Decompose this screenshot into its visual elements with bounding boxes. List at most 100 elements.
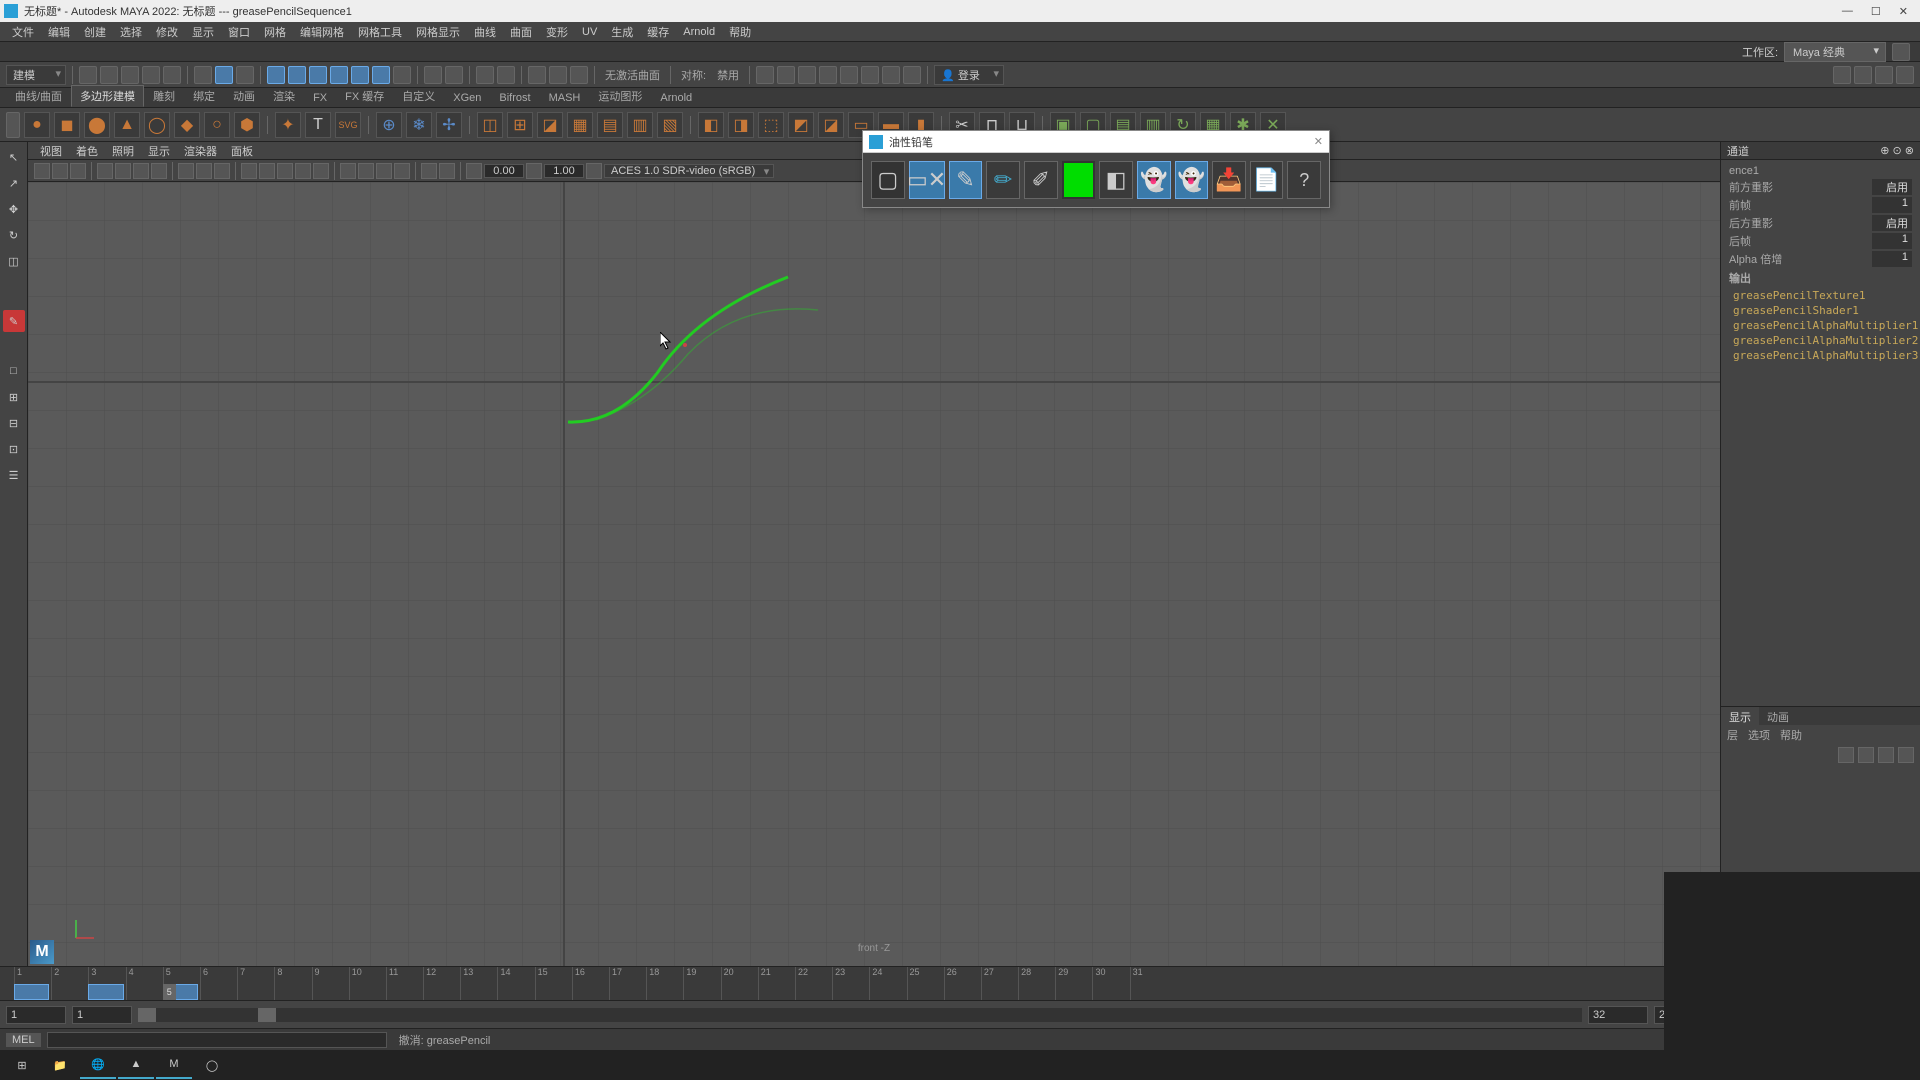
vp-image-button[interactable] (97, 163, 113, 179)
play-button[interactable] (756, 66, 774, 84)
menu-编辑[interactable]: 编辑 (42, 22, 76, 42)
vp-joint-button[interactable] (439, 163, 455, 179)
menu-显示[interactable]: 显示 (186, 22, 220, 42)
plane-icon[interactable]: ◆ (174, 112, 200, 138)
vp-ao-button[interactable] (277, 163, 293, 179)
bevel-icon[interactable]: ◩ (788, 112, 814, 138)
attr-row[interactable]: Alpha 倍增1 (1725, 250, 1916, 268)
maya-taskbar-icon[interactable]: M (156, 1051, 192, 1079)
app1-icon[interactable]: ▲ (118, 1051, 154, 1079)
snap-point-button[interactable] (309, 66, 327, 84)
vp-cam-button[interactable] (34, 163, 50, 179)
vp-light-button[interactable] (241, 163, 257, 179)
close-button[interactable]: ✕ (1899, 5, 1908, 18)
attr-output[interactable]: greasePencilAlphaMultiplier2 (1725, 333, 1916, 348)
cone-icon[interactable]: ▲ (114, 112, 140, 138)
gp-pencil-tool[interactable]: ✎ (949, 161, 983, 199)
bridge-icon[interactable]: ⬚ (758, 112, 784, 138)
gp-ghost-next-tool[interactable]: 👻 (1175, 161, 1209, 199)
redo-button[interactable] (163, 66, 181, 84)
select-mode-2-button[interactable] (215, 66, 233, 84)
playback-8-button[interactable] (903, 66, 921, 84)
attr-row[interactable]: 后帧1 (1725, 232, 1916, 250)
menu-缓存[interactable]: 缓存 (641, 22, 675, 42)
menu-编辑网格[interactable]: 编辑网格 (294, 22, 350, 42)
gp-eraser-tool[interactable]: ◧ (1099, 161, 1133, 199)
reduce-icon[interactable]: ▤ (597, 112, 623, 138)
extrude-icon[interactable]: ◨ (728, 112, 754, 138)
range-end-in[interactable] (1588, 1006, 1648, 1024)
shelf-tab-5[interactable]: 渲染 (264, 85, 304, 107)
menu-曲线[interactable]: 曲线 (468, 22, 502, 42)
range-start-out[interactable] (6, 1006, 66, 1024)
attr-output[interactable]: greasePencilAlphaMultiplier1 (1725, 318, 1916, 333)
menu-文件[interactable]: 文件 (6, 22, 40, 42)
move-tool[interactable]: ✥ (3, 198, 25, 220)
menu-UV[interactable]: UV (576, 24, 603, 40)
layout-two[interactable]: ⊟ (3, 412, 25, 434)
vp-menu-视图[interactable]: 视图 (34, 142, 68, 160)
menu-曲面[interactable]: 曲面 (504, 22, 538, 42)
gp-soft-tool[interactable]: ✐ (1024, 161, 1058, 199)
menu-窗口[interactable]: 窗口 (222, 22, 256, 42)
shelf-tab-9[interactable]: XGen (444, 89, 490, 107)
vp-exposure-button[interactable] (466, 163, 482, 179)
shelf-tab-6[interactable]: FX (304, 89, 336, 107)
panel-layout-1-button[interactable] (1833, 66, 1851, 84)
panel-layout-3-button[interactable] (1875, 66, 1893, 84)
shelf-tab-1[interactable]: 多边形建模 (71, 85, 144, 107)
layout-single[interactable]: □ (3, 360, 25, 382)
snap-off-button[interactable] (393, 66, 411, 84)
layer-btn-2[interactable] (1858, 747, 1874, 763)
cylinder-icon[interactable]: ⬤ (84, 112, 110, 138)
explorer-icon[interactable]: 📁 (42, 1051, 78, 1079)
playback-7-button[interactable] (882, 66, 900, 84)
ipr-button[interactable] (549, 66, 567, 84)
gp-help-button[interactable]: ? (1287, 161, 1321, 199)
gp-close-button[interactable]: ✕ (1314, 135, 1323, 148)
freeze-icon[interactable]: ❄ (406, 112, 432, 138)
tl-keyframe[interactable] (88, 984, 123, 1000)
vp-motion-button[interactable] (313, 163, 329, 179)
shelf-tab-13[interactable]: Arnold (651, 89, 701, 107)
vp-gamma-input[interactable] (544, 164, 584, 178)
vp-shaded-button[interactable] (196, 163, 212, 179)
menu-网格工具[interactable]: 网格工具 (352, 22, 408, 42)
pivot-icon[interactable]: ⊕ (376, 112, 402, 138)
vp-cam2-button[interactable] (52, 163, 68, 179)
playback-2-button[interactable] (777, 66, 795, 84)
fill-icon[interactable]: ◪ (818, 112, 844, 138)
snap-view-button[interactable] (351, 66, 369, 84)
start-button[interactable]: ⊞ (4, 1051, 40, 1079)
select-tool[interactable]: ↖ (3, 146, 25, 168)
layer-menu[interactable]: 层 (1727, 727, 1738, 743)
cube-icon[interactable]: ◼ (54, 112, 80, 138)
attr-row[interactable]: 前帧1 (1725, 196, 1916, 214)
center-icon[interactable]: ✢ (436, 112, 462, 138)
svg-icon[interactable]: SVG (335, 112, 361, 138)
gp-import-tool[interactable]: 📥 (1212, 161, 1246, 199)
layer-menu[interactable]: 帮助 (1780, 727, 1802, 743)
shelf-tab-11[interactable]: MASH (540, 89, 590, 107)
menu-Arnold[interactable]: Arnold (677, 24, 721, 40)
vp-menu-显示[interactable]: 显示 (142, 142, 176, 160)
gp-color-swatch[interactable] (1062, 161, 1096, 199)
attr-output[interactable]: greasePencilShader1 (1725, 303, 1916, 318)
layer-btn-1[interactable] (1838, 747, 1854, 763)
attr-output[interactable]: greasePencilAlphaMultiplier3 (1725, 348, 1916, 363)
gp-frame-icon[interactable]: ▢ (871, 161, 905, 199)
scale-tool[interactable]: ◫ (3, 250, 25, 272)
menu-网格[interactable]: 网格 (258, 22, 292, 42)
channel-box-icons[interactable]: ⊕ ⊙ ⊗ (1880, 144, 1914, 157)
layer-tab-0[interactable]: 显示 (1721, 707, 1759, 725)
panel-layout-4-button[interactable] (1896, 66, 1914, 84)
layer-tab-1[interactable]: 动画 (1759, 707, 1797, 725)
vp-cm-button[interactable] (586, 163, 602, 179)
history-button[interactable] (476, 66, 494, 84)
highlight-button[interactable] (445, 66, 463, 84)
panel-layout-2-button[interactable] (1854, 66, 1872, 84)
shelf-tab-12[interactable]: 运动图形 (589, 85, 651, 107)
attr-output[interactable]: greasePencilTexture1 (1725, 288, 1916, 303)
vp-menu-着色[interactable]: 着色 (70, 142, 104, 160)
tl-current[interactable]: 5 (163, 984, 176, 1000)
